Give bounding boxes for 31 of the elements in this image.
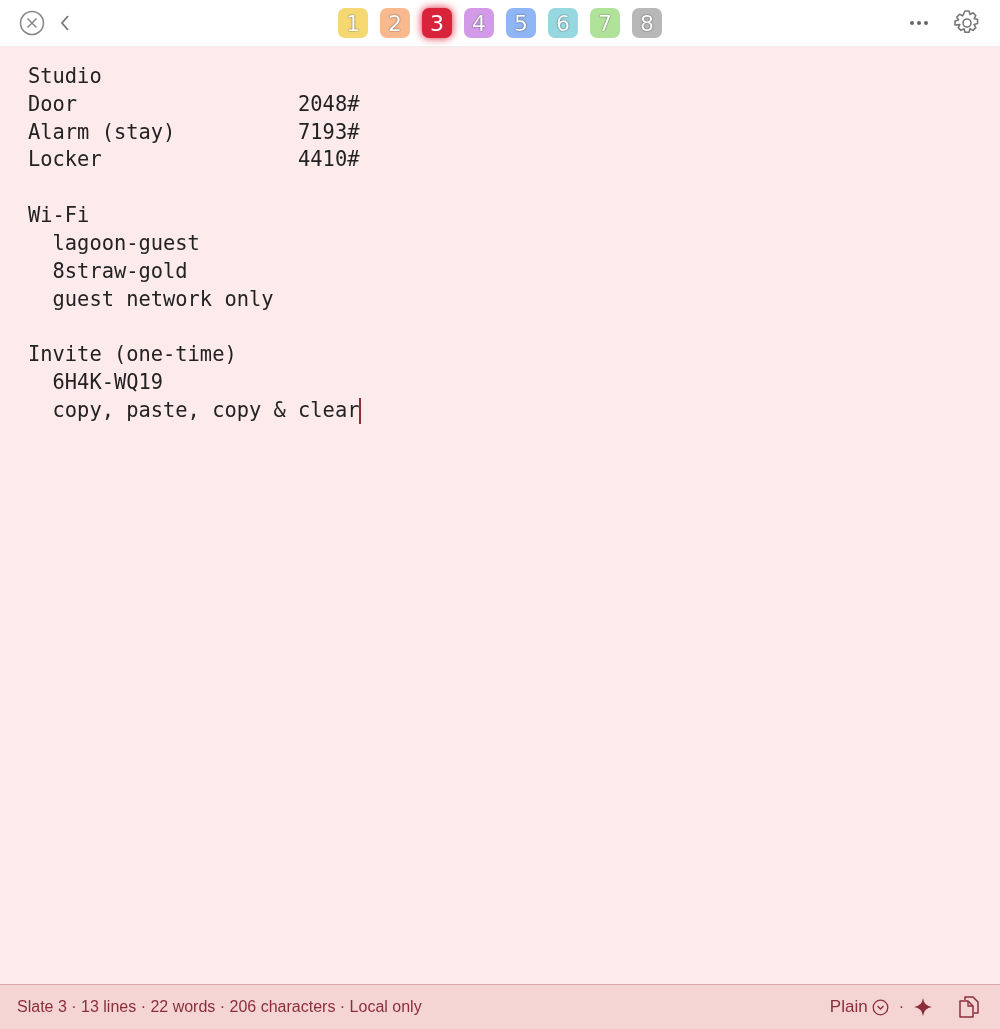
status-text: Slate 3 · 13 lines · 22 words · 206 characters · Local only: [17, 998, 422, 1016]
text-line: lagoon-guest: [52, 230, 200, 257]
text-line: 8straw-gold: [52, 257, 188, 285]
copy-icon[interactable]: [958, 995, 980, 1019]
sparkle-icon[interactable]: [914, 998, 932, 1016]
slate-tab[interactable]: 3: [422, 8, 452, 38]
close-icon[interactable]: [19, 10, 45, 36]
code-value: 2048#: [298, 90, 360, 118]
slate-tab[interactable]: 4: [464, 8, 494, 38]
text-line: copy, paste, copy & clear: [52, 396, 360, 424]
text-line: Invite (one-time): [28, 341, 237, 369]
text-line: Alarm (stay): [28, 118, 177, 146]
text-line: Locker: [28, 146, 103, 174]
slate-tab[interactable]: 2: [380, 8, 410, 38]
text-line: Studio: [28, 63, 102, 90]
slate-tab[interactable]: 7: [590, 8, 620, 38]
slate-tab[interactable]: 5: [506, 8, 536, 38]
slate-tab[interactable]: 8: [632, 8, 662, 38]
separator-dot: ·: [898, 998, 904, 1016]
slate-tab[interactable]: 6: [548, 8, 578, 38]
more-icon[interactable]: [909, 20, 929, 26]
text-line: guest network only: [52, 285, 274, 313]
code-value: 4410#: [298, 146, 360, 174]
slate-tab[interactable]: 1: [338, 8, 368, 38]
text-line: Wi-Fi: [28, 202, 90, 230]
code-value: 7193#: [298, 118, 360, 146]
back-icon[interactable]: [59, 14, 71, 32]
text-line: 6H4K-WQ19: [52, 369, 164, 397]
chevron-circle-icon[interactable]: [871, 998, 889, 1016]
format-dropdown[interactable]: Plain: [829, 997, 889, 1017]
text-line: Door: [28, 90, 79, 118]
